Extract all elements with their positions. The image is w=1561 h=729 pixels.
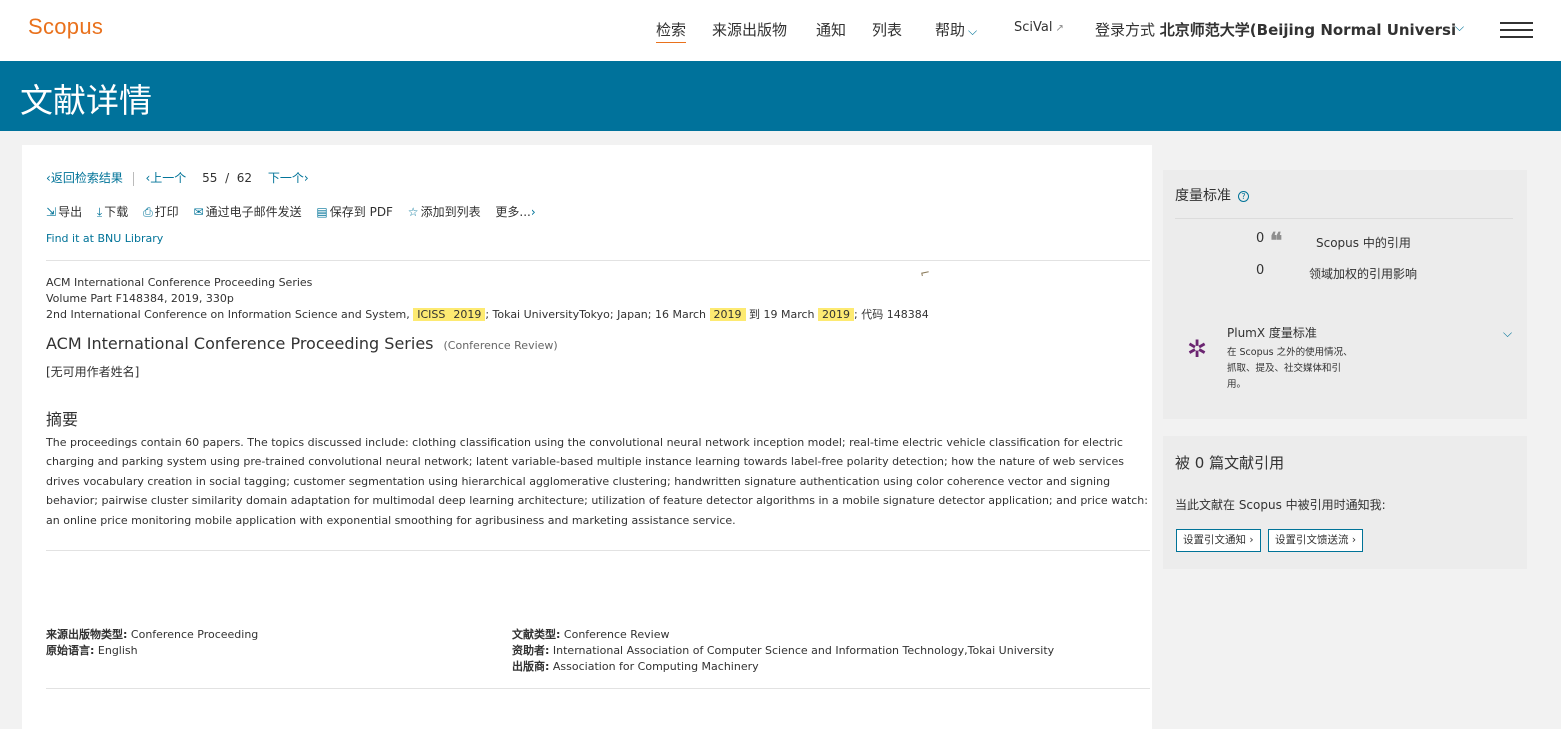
hamburger-icon[interactable]	[1500, 22, 1533, 38]
metrics-panel: 度量标准? 0 ❛❛ Scopus 中的引用 0 领域加权的引用影响 ✲ Plu…	[1163, 170, 1527, 419]
source-series[interactable]: ACM International Conference Proceeding …	[46, 275, 929, 291]
nav-alerts[interactable]: 通知	[816, 19, 846, 40]
next-link[interactable]: 下一个›	[268, 171, 309, 185]
divider	[46, 688, 1150, 689]
cited-by-panel: 被 0 篇文献引用 当此文献在 Scopus 中被引用时通知我: 设置引文通知 …	[1163, 436, 1527, 569]
institution-name: 北京师范大学(Beijing Normal Universi	[1159, 21, 1457, 39]
document-title-text: ACM International Conference Proceeding …	[46, 334, 434, 353]
download-icon: ⤓	[96, 205, 103, 219]
email-icon: ✉	[193, 205, 204, 219]
login-prefix: 登录方式	[1095, 21, 1156, 39]
export-button[interactable]: ⇲ 导出	[46, 203, 82, 220]
highlight: ICISS	[413, 308, 450, 321]
citations-count: 0	[1256, 231, 1265, 246]
fwci-count: 0	[1256, 263, 1265, 278]
divider	[46, 260, 1150, 261]
divider	[1175, 218, 1513, 219]
top-navigation: Scopus 检索 来源出版物 通知 列表 帮助 ⌵ SciVal ↗ 登录方式 北…	[0, 0, 1561, 61]
highlight: 2019	[449, 308, 486, 321]
page-banner: 文献详情	[0, 61, 1561, 131]
print-button[interactable]: ⎙ 打印	[143, 203, 179, 220]
export-icon: ⇲	[46, 205, 57, 219]
add-to-list-button[interactable]: ☆ 添加到列表	[408, 203, 481, 220]
login-institution[interactable]: 登录方式 北京师范大学(Beijing Normal Universi	[1095, 19, 1475, 40]
nav-lists[interactable]: 列表	[872, 19, 902, 40]
nav-help[interactable]: 帮助 ⌵	[935, 19, 977, 40]
citations-label: Scopus 中的引用	[1316, 236, 1411, 250]
save-pdf-button[interactable]: ▤ 保存到 PDF	[316, 203, 393, 220]
help-icon[interactable]: ?	[1238, 190, 1249, 202]
chevron-down-icon[interactable]: ⌵	[1455, 20, 1464, 35]
highlight: 2019	[818, 308, 855, 321]
abstract-text: The proceedings contain 60 papers. The t…	[46, 436, 1148, 527]
result-pager: ‹返回检索结果 ‹上一个 55 / 62 下一个›	[46, 169, 309, 186]
divider	[46, 550, 1150, 551]
metadata-right: 文献类型: Conference Review 资助者: Internation…	[512, 628, 1055, 673]
publisher-value: Association for Computing Machinery	[552, 660, 759, 673]
document-title: ACM International Conference Proceeding …	[46, 334, 558, 353]
authors: [无可用作者姓名]	[46, 365, 140, 379]
metrics-title: 度量标准?	[1175, 185, 1249, 205]
source-type-value: Conference Proceeding	[130, 628, 259, 641]
chevron-down-icon: ⌵	[968, 24, 978, 38]
plumx-icon: ✲	[1187, 335, 1208, 363]
sponsor-value: International Association of Computer Sc…	[552, 644, 1055, 657]
document-type: (Conference Review)	[443, 339, 558, 352]
source-volume: Volume Part F148384, 2019, 330p	[46, 292, 234, 305]
highlight: 2019	[709, 308, 746, 321]
cited-by-description: 当此文献在 Scopus 中被引用时通知我:	[1175, 498, 1386, 512]
metadata-left: 来源出版物类型: Conference Proceeding 原始语言: Eng…	[46, 628, 259, 657]
quote-icon: ❛❛	[1270, 228, 1282, 254]
doc-type-value: Conference Review	[563, 628, 670, 641]
document-toolbar: ⇲ 导出 ⤓ 下载 ⎙ 打印 ✉ 通过电子邮件发送 ▤ 保存到 PDF ☆ 添加到列表 更多…	[46, 203, 549, 220]
print-icon: ⎙	[143, 205, 153, 219]
conference-info: 2nd International Conference on Informat…	[46, 308, 929, 321]
external-link-icon: ↗	[1055, 23, 1064, 34]
pdf-icon: ▤	[316, 205, 328, 219]
cited-by-title: 被 0 篇文献引用	[1175, 454, 1285, 472]
star-icon: ☆	[407, 205, 419, 219]
document-panel: ‹返回检索结果 ‹上一个 55 / 62 下一个› ⇲ 导出 ⤓ 下载 ⎙ 打印 ✉ 通…	[22, 145, 1152, 729]
nav-search[interactable]: 检索	[656, 19, 687, 43]
fwci-label: 领域加权的引用影响	[1309, 267, 1418, 281]
scopus-logo[interactable]: Scopus	[28, 14, 103, 40]
nav-help-label: 帮助	[935, 21, 966, 39]
previous-link[interactable]: ‹上一个	[145, 171, 186, 185]
source-info: ACM International Conference Proceeding …	[46, 275, 929, 323]
more-button[interactable]: 更多...›	[495, 203, 537, 220]
find-it-library-link[interactable]: Find it at BNU Library	[46, 232, 163, 245]
chevron-right-icon: ›	[530, 205, 536, 219]
set-citation-feed-button[interactable]: 设置引文馈送流 ›	[1268, 529, 1364, 552]
abstract-heading: 摘要	[46, 410, 79, 429]
plumx-description: 在 Scopus 之外的使用情况、抓取、提及、社交媒体和引用。	[1227, 347, 1353, 390]
plumx-title[interactable]: PlumX 度量标准	[1227, 324, 1317, 341]
back-to-results-link[interactable]: ‹返回检索结果	[46, 171, 123, 185]
email-button[interactable]: ✉ 通过电子邮件发送	[194, 203, 302, 220]
download-button[interactable]: ⤓ 下载	[97, 203, 128, 220]
divider	[132, 171, 134, 186]
chevron-down-icon[interactable]: ⌵	[1503, 326, 1512, 341]
pager-position: 55 / 62	[202, 171, 253, 185]
nav-sources[interactable]: 来源出版物	[712, 19, 787, 40]
page-title: 文献详情	[20, 81, 152, 120]
nav-scival[interactable]: SciVal ↗	[1014, 20, 1064, 35]
set-citation-alert-button[interactable]: 设置引文通知 ›	[1176, 529, 1261, 552]
language-value: English	[97, 644, 138, 657]
scival-label: SciVal	[1014, 20, 1053, 35]
